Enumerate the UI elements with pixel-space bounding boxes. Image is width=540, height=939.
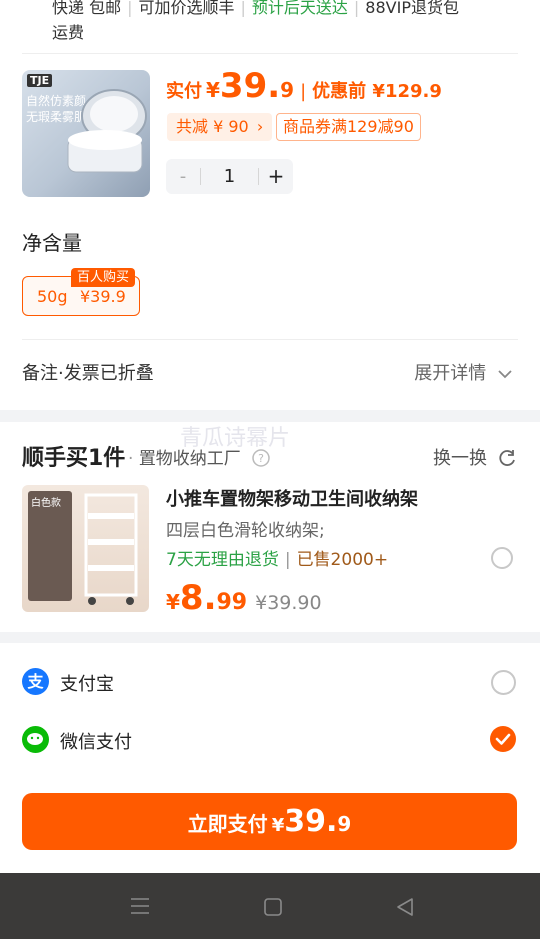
decrement-button[interactable]: - xyxy=(166,159,200,194)
swap-button[interactable]: 换一换 xyxy=(433,444,517,470)
discount-tag-label: 共减 ¥ 90 xyxy=(176,117,249,136)
checkmark-icon xyxy=(495,733,511,745)
currency-symbol: ¥ xyxy=(271,815,285,836)
brand-logo: TJE xyxy=(27,74,53,87)
pay-now-label: 立即支付 xyxy=(187,812,268,836)
price-integer: 39. xyxy=(219,66,281,106)
addon-select-radio[interactable] xyxy=(491,547,513,569)
pay-now-button[interactable]: 立即支付 ¥39.9 xyxy=(22,793,517,850)
swap-label: 换一换 xyxy=(433,448,487,469)
spec-option-label: 50g xyxy=(37,287,68,306)
addon-shop-name: · 置物收纳工厂 ? xyxy=(128,444,270,469)
quantity-value[interactable]: 1 xyxy=(201,159,258,194)
wechat-pay-label[interactable]: 微信支付 xyxy=(60,728,132,754)
return-policy-tag: 7天无理由退货 xyxy=(166,550,279,570)
spec-title: 净含量 xyxy=(22,231,82,255)
chevron-down-icon xyxy=(498,370,512,379)
svg-text:?: ? xyxy=(258,452,264,465)
tag-delivery-estimate: 预计后天送达 xyxy=(251,0,348,17)
chevron-right-icon: › xyxy=(256,117,264,136)
remark-invoice-label: 备注·发票已折叠 xyxy=(22,363,154,384)
currency-symbol: ¥ xyxy=(206,78,220,102)
shipping-tags: 快递 包邮 | 可加价选顺丰 | 预计后天送达 | 88VIP退货包 xyxy=(52,0,459,17)
menu-icon[interactable] xyxy=(130,897,150,915)
popular-badge: 百人购买 xyxy=(71,268,136,287)
currency-symbol: ¥ xyxy=(166,590,180,614)
pre-discount-price: 优惠前 ¥129.9 xyxy=(312,81,442,102)
addon-product-image[interactable]: 白色款 xyxy=(22,485,149,612)
addon-product-desc: 四层白色滑轮收纳架; xyxy=(166,521,325,541)
tag-free-shipping: 快递 包邮 xyxy=(52,0,122,17)
product-image[interactable]: TJE 自然仿素颜 无瑕柔雾肌 xyxy=(22,70,150,197)
cream-jar-illustration xyxy=(67,89,147,173)
cart-rack-illustration xyxy=(84,493,138,605)
divider xyxy=(22,53,518,54)
shipping-tags-line2: 运费 xyxy=(52,23,85,42)
system-navigation-bar xyxy=(0,873,540,939)
home-icon[interactable] xyxy=(263,897,283,917)
addon-product-tags: 7天无理由退货 | 已售2000+ xyxy=(166,550,389,570)
addon-image-tag: 白色款 xyxy=(31,498,61,509)
addon-shop-label: 置物收纳工厂 xyxy=(138,449,241,469)
addon-price-decimal: 99 xyxy=(216,590,248,615)
quantity-stepper: - 1 + xyxy=(166,159,293,194)
addon-original-price: ¥39.90 xyxy=(255,592,322,614)
tag-88vip: 88VIP退货包 xyxy=(365,0,459,17)
pay-price-decimal: 9 xyxy=(337,812,352,836)
price-row: 实付 ¥39.9 | 优惠前 ¥129.9 xyxy=(166,66,442,106)
wechat-pay-icon xyxy=(22,726,49,753)
wechat-pay-radio-checked[interactable] xyxy=(490,726,516,752)
expand-details-label: 展开详情 xyxy=(414,363,487,384)
addon-product-price: ¥8.99 ¥39.90 xyxy=(166,578,322,618)
spec-option-price: ¥39.9 xyxy=(80,287,126,306)
pay-price-integer: 39. xyxy=(284,804,338,839)
alipay-label[interactable]: 支付宝 xyxy=(60,670,114,696)
addon-section-title: 顺手买1件 xyxy=(22,446,126,471)
increment-button[interactable]: + xyxy=(259,159,293,194)
back-icon[interactable] xyxy=(396,897,414,917)
alipay-radio[interactable] xyxy=(491,670,516,695)
addon-price-integer: 8. xyxy=(179,578,217,618)
price-decimal: 9 xyxy=(280,78,295,102)
section-gap xyxy=(0,632,540,643)
help-icon[interactable]: ? xyxy=(252,449,270,467)
price-label: 实付 xyxy=(166,81,202,102)
addon-product-name[interactable]: 小推车置物架移动卫生间收纳架 xyxy=(166,485,418,511)
discount-tag[interactable]: 共减 ¥ 90 › xyxy=(167,113,273,141)
expand-details-button[interactable]: 展开详情 xyxy=(414,359,512,385)
alipay-icon: 支 xyxy=(22,668,49,695)
refresh-icon xyxy=(499,450,515,466)
tag-sf-express: 可加价选顺丰 xyxy=(138,0,235,17)
coupon-tag: 商品券满129减90 xyxy=(276,113,421,141)
sold-count-tag: 已售2000+ xyxy=(296,550,389,570)
divider xyxy=(22,339,518,340)
